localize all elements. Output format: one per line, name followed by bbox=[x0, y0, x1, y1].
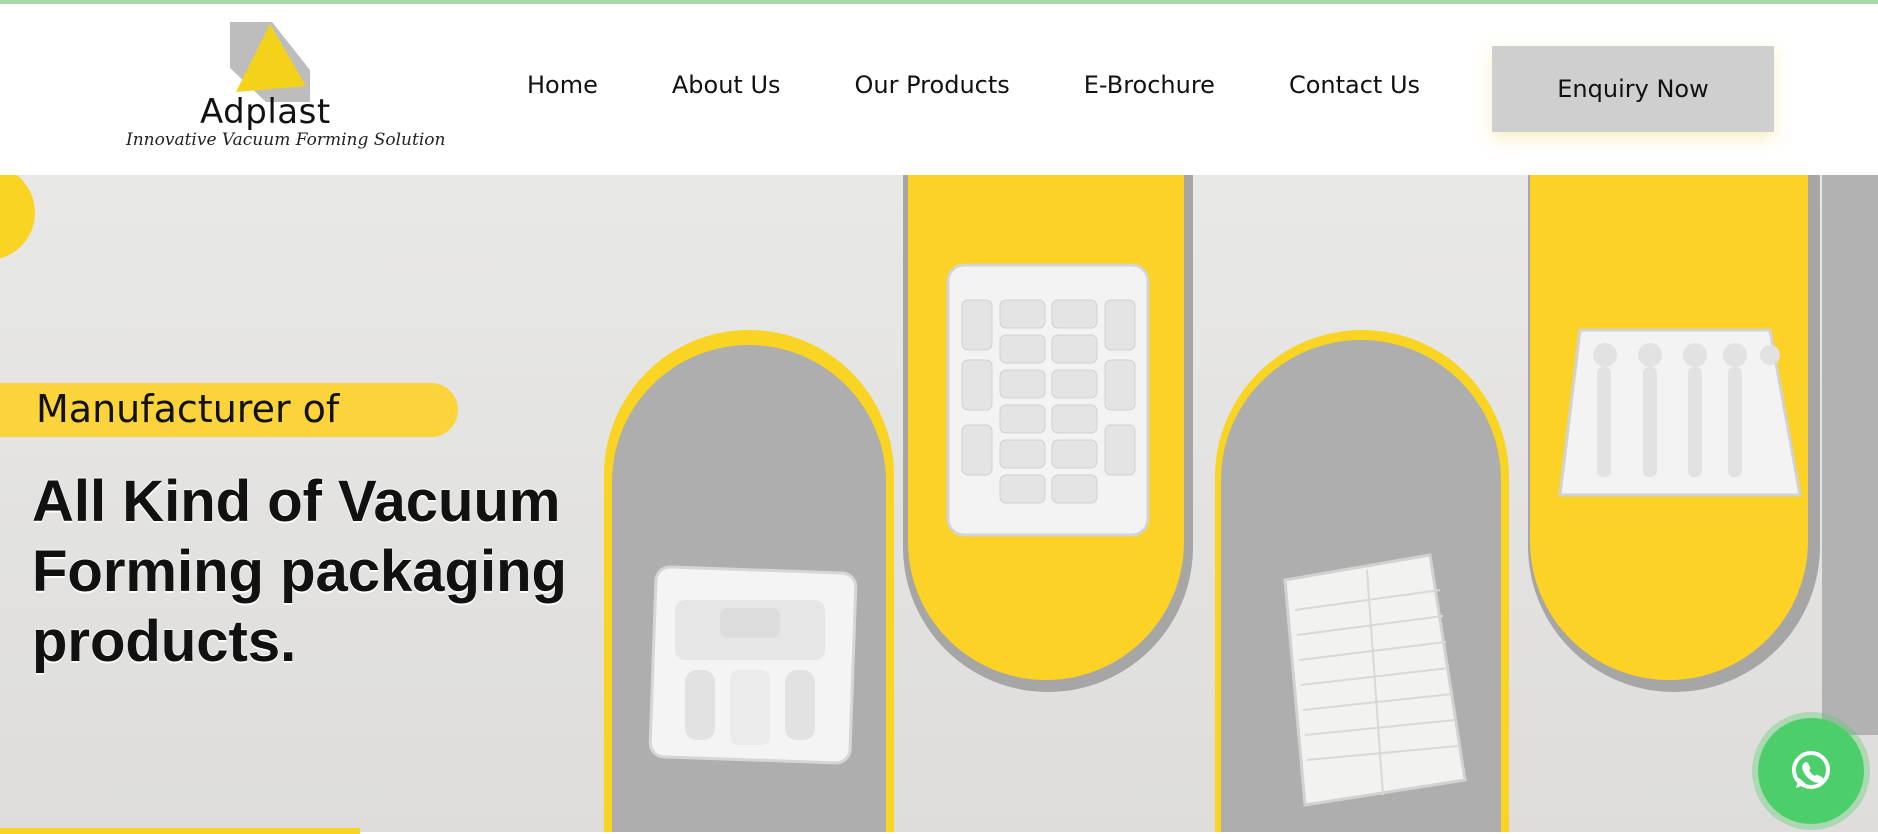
product-tray-image-4 bbox=[1558, 328, 1802, 497]
product-tray-image-1 bbox=[648, 565, 858, 765]
nav-our-products[interactable]: Our Products bbox=[818, 71, 1047, 99]
logo[interactable]: Adplast Innovative Vacuum Forming Soluti… bbox=[120, 22, 445, 157]
enquiry-now-button[interactable]: Enquiry Now bbox=[1492, 46, 1774, 132]
arch-frame-5 bbox=[1822, 175, 1878, 735]
nav-home[interactable]: Home bbox=[490, 71, 635, 99]
hero-banner: Manufacturer of All Kind of Vacuum Formi… bbox=[0, 175, 1878, 832]
logo-name: Adplast bbox=[200, 92, 331, 132]
bottom-accent bbox=[0, 828, 360, 834]
nav-e-brochure[interactable]: E-Brochure bbox=[1047, 71, 1252, 99]
product-tray-image-2 bbox=[946, 263, 1150, 537]
decorative-circle bbox=[0, 175, 35, 260]
nav-about-us[interactable]: About Us bbox=[635, 71, 818, 99]
logo-tagline: Innovative Vacuum Forming Solution bbox=[126, 130, 446, 150]
main-nav: Home About Us Our Products E-Brochure Co… bbox=[490, 42, 1457, 128]
nav-contact-us[interactable]: Contact Us bbox=[1252, 71, 1457, 99]
whatsapp-icon bbox=[1792, 751, 1830, 789]
site-header: Adplast Innovative Vacuum Forming Soluti… bbox=[0, 4, 1878, 175]
product-tray-image-3 bbox=[1283, 553, 1467, 807]
hero-eyebrow: Manufacturer of bbox=[36, 387, 340, 431]
hero-headline: All Kind of Vacuum Forming packaging pro… bbox=[32, 469, 567, 674]
logo-triangle-icon bbox=[230, 22, 310, 102]
whatsapp-button[interactable] bbox=[1758, 718, 1864, 824]
